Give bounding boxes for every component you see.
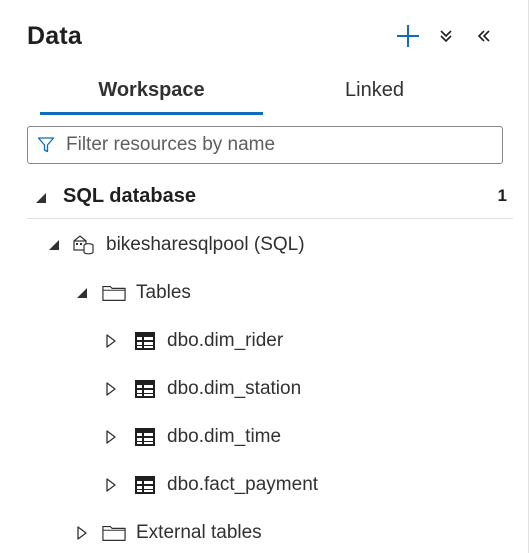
header-actions <box>394 22 498 50</box>
sql-pool-icon <box>72 233 96 257</box>
caret-collapsed-icon <box>101 331 121 351</box>
tree-item-table[interactable]: dbo.dim_station <box>101 371 301 407</box>
table-icon <box>133 473 157 497</box>
tree-item-label: Tables <box>136 282 191 303</box>
folder-icon <box>102 281 126 305</box>
table-icon <box>133 329 157 353</box>
caret-expanded-icon <box>36 193 46 203</box>
double-chevron-left-icon <box>477 30 490 42</box>
tree-item-label: External tables <box>136 522 262 543</box>
filter-input[interactable] <box>64 133 488 157</box>
filter-field <box>27 126 503 164</box>
tree-item-external-tables-folder[interactable]: External tables <box>72 515 262 551</box>
tree-item-table[interactable]: dbo.fact_payment <box>101 467 318 503</box>
tree-item-tables-folder[interactable]: Tables <box>72 275 191 311</box>
tree-item-table[interactable]: dbo.dim_time <box>101 419 281 455</box>
table-icon <box>133 377 157 401</box>
caret-expanded-icon <box>44 235 64 255</box>
plus-icon <box>397 25 419 47</box>
add-resource-button[interactable] <box>394 22 422 50</box>
table-icon <box>133 425 157 449</box>
tree-item-label: dbo.dim_station <box>167 378 302 399</box>
caret-collapsed-icon <box>101 379 121 399</box>
panel-header: Data <box>0 0 528 72</box>
tab-linked[interactable]: Linked <box>263 73 486 115</box>
tree-item-label: bikesharesqlpool (SQL) <box>106 234 305 255</box>
tree-item-table[interactable]: dbo.dim_rider <box>101 323 283 359</box>
caret-collapsed-icon <box>72 523 92 543</box>
caret-expanded-icon <box>72 283 92 303</box>
double-chevron-down-icon <box>440 30 452 43</box>
collapse-panel-button[interactable] <box>470 22 498 50</box>
section-sql-database[interactable]: SQL database 1 <box>27 174 513 219</box>
tree-item-label: dbo.fact_payment <box>167 474 319 495</box>
section-label: SQL database <box>63 185 197 207</box>
tab-bar: Workspace Linked <box>40 73 486 115</box>
filter-icon <box>28 136 64 154</box>
section-count: 1 <box>497 186 507 205</box>
caret-collapsed-icon <box>101 475 121 495</box>
data-panel: Data Workspace Linked Filter resources b… <box>0 0 529 553</box>
panel-title: Data <box>27 22 82 50</box>
tree-item-label: dbo.dim_time <box>167 426 282 447</box>
caret-collapsed-icon <box>101 427 121 447</box>
tab-workspace[interactable]: Workspace <box>40 73 263 115</box>
folder-icon <box>102 521 126 545</box>
tree-item-label: dbo.dim_rider <box>167 330 284 351</box>
expand-all-button[interactable] <box>432 22 460 50</box>
tree-item-sql-pool[interactable]: bikesharesqlpool (SQL) <box>44 227 305 263</box>
